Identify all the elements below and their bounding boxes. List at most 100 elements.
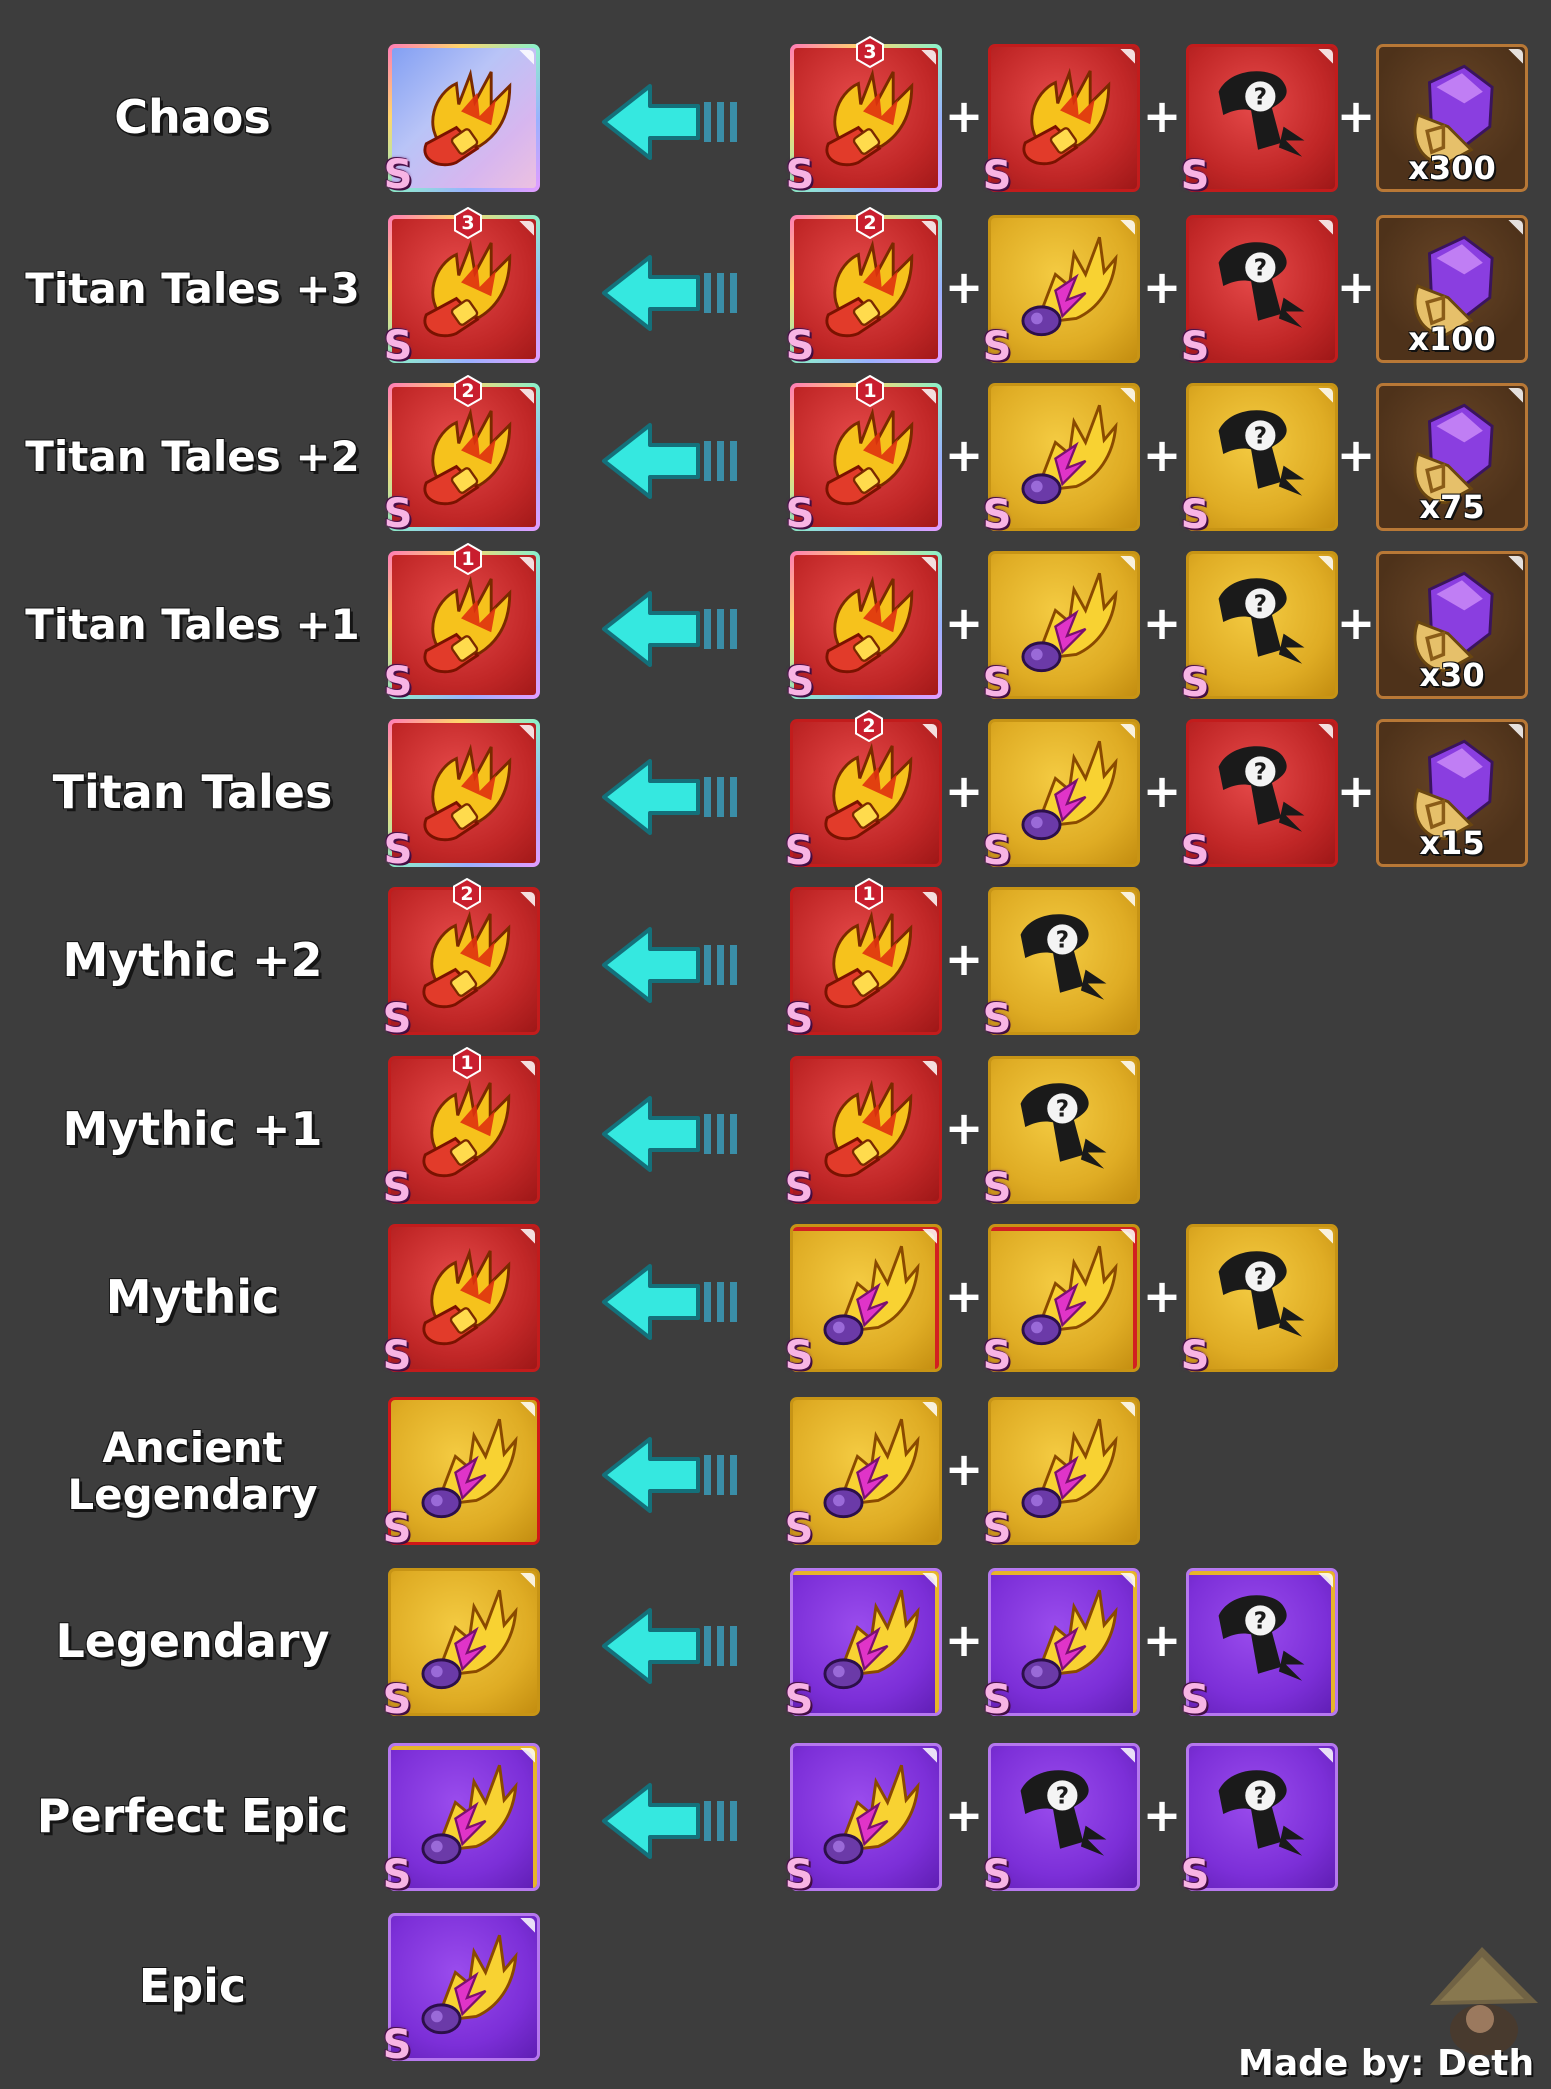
result-tile[interactable]: 3S	[384, 206, 540, 369]
ingredient-tile[interactable]: 1S	[785, 877, 942, 1042]
ingredient-tile[interactable]: S	[785, 1224, 942, 1379]
fodder-tile[interactable]: ? S	[983, 887, 1140, 1042]
ingredient-slot[interactable]: S	[983, 44, 1140, 199]
ingredient-slot[interactable]: S	[785, 1568, 942, 1723]
ingredient-slot[interactable]: ? S	[1181, 44, 1338, 199]
ingredient-tile[interactable]: S	[786, 551, 942, 705]
ingredient-tile[interactable]: S	[983, 44, 1140, 199]
material-tile[interactable]: x30	[1376, 551, 1528, 699]
result-tile[interactable]: S	[383, 1224, 540, 1379]
ingredient-tile[interactable]: S	[983, 719, 1140, 874]
ingredient-slot[interactable]: x300	[1376, 44, 1528, 192]
material-tile[interactable]: x100	[1376, 215, 1528, 363]
fodder-tile[interactable]: ? S	[1181, 215, 1338, 370]
fodder-tile[interactable]: ? S	[1181, 44, 1338, 199]
result-tile[interactable]: 2S	[384, 374, 540, 537]
ingredient-slot[interactable]: ? S	[1181, 719, 1338, 874]
ingredient-tile[interactable]: S	[983, 383, 1140, 538]
fodder-tile[interactable]: ? S	[1181, 383, 1338, 538]
ingredient-slot[interactable]: 2S	[785, 709, 942, 874]
ingredient-slot[interactable]: 1S	[786, 374, 942, 537]
ingredient-slot[interactable]: 3S	[786, 35, 942, 198]
result-tile[interactable]: S	[383, 1568, 540, 1723]
fusion-row: Titan Tales +1 1 S S S +? S + x30 +	[0, 542, 1551, 706]
ingredient-slot[interactable]: S	[983, 215, 1140, 370]
ingredient-slot[interactable]: ? S	[983, 887, 1140, 1042]
ingredient-tile[interactable]: S	[983, 1397, 1140, 1552]
ingredient-slot[interactable]: ? S	[1181, 1224, 1338, 1379]
material-tile[interactable]: x75	[1376, 383, 1528, 531]
fodder-tile[interactable]: ? S	[1181, 1224, 1338, 1379]
ingredient-tile[interactable]: S	[983, 215, 1140, 370]
mystery-weapon-icon: ?	[1207, 1237, 1323, 1353]
ingredient-slot[interactable]: ? S	[1181, 551, 1338, 706]
fodder-tile[interactable]: ? S	[1181, 719, 1338, 874]
result-tile[interactable]: S	[383, 1397, 540, 1552]
ingredient-slot[interactable]: S	[983, 551, 1140, 706]
ingredient-tile[interactable]: S	[785, 1568, 942, 1723]
result-item[interactable]: S	[383, 1397, 540, 1552]
ingredient-slot[interactable]: S	[983, 1568, 1140, 1723]
ingredient-slot[interactable]: S	[785, 1224, 942, 1379]
ingredient-slot[interactable]: x30	[1376, 551, 1528, 699]
fodder-tile[interactable]: ? S	[1181, 1743, 1338, 1898]
ingredient-slot[interactable]: ? S	[1181, 1568, 1338, 1723]
s-grade-icon: S	[982, 996, 1012, 1042]
ingredient-slot[interactable]: S	[983, 383, 1140, 538]
result-item[interactable]: 2S	[383, 877, 540, 1042]
recipe-ingredients: 1 S? S +	[785, 877, 1550, 1042]
ingredient-slot[interactable]: x75	[1376, 383, 1528, 531]
fodder-tile[interactable]: ? S	[983, 1743, 1140, 1898]
ingredient-slot[interactable]: x15	[1376, 719, 1528, 867]
result-tile[interactable]: S	[383, 1743, 540, 1898]
fodder-tile[interactable]: ? S	[1181, 551, 1338, 706]
result-item[interactable]: 1S	[383, 1046, 540, 1211]
ingredient-slot[interactable]: S	[983, 1397, 1140, 1552]
result-item[interactable]: S	[383, 1913, 540, 2068]
result-item[interactable]: S	[384, 719, 540, 873]
ingredient-tile[interactable]: 1S	[786, 374, 942, 537]
ingredient-tile[interactable]: 2S	[786, 206, 942, 369]
fodder-tile[interactable]: ? S	[1181, 1568, 1338, 1723]
ingredient-tile[interactable]: 3S	[786, 35, 942, 198]
material-tile[interactable]: x300	[1376, 44, 1528, 192]
ingredient-slot[interactable]: S	[983, 719, 1140, 874]
ingredient-slot[interactable]: S	[983, 1224, 1140, 1379]
ingredient-slot[interactable]: S	[785, 1056, 942, 1211]
ingredient-slot[interactable]: ? S	[1181, 1743, 1338, 1898]
ingredient-tile[interactable]: S	[983, 551, 1140, 706]
ingredient-slot[interactable]: x100	[1376, 215, 1528, 363]
result-tile[interactable]: S	[384, 719, 540, 873]
ingredient-slot[interactable]: S	[785, 1743, 942, 1898]
result-item[interactable]: 1S	[384, 542, 540, 705]
result-tile[interactable]: 1S	[383, 1046, 540, 1211]
ingredient-slot[interactable]: ? S	[983, 1056, 1140, 1211]
ingredient-tile[interactable]: S	[785, 1056, 942, 1211]
ingredient-slot[interactable]: 1S	[785, 877, 942, 1042]
ingredient-tile[interactable]: S	[983, 1568, 1140, 1723]
ingredient-slot[interactable]: S	[786, 551, 942, 705]
result-item[interactable]: S	[383, 1743, 540, 1898]
result-tile[interactable]: S	[384, 44, 540, 198]
result-item[interactable]: S	[384, 44, 540, 198]
rank-number: 1	[862, 883, 876, 905]
result-tile[interactable]: 1S	[384, 542, 540, 705]
ingredient-slot[interactable]: ? S	[1181, 215, 1338, 370]
ingredient-tile[interactable]: S	[785, 1397, 942, 1552]
result-item[interactable]: S	[383, 1568, 540, 1723]
ingredient-tile[interactable]: S	[983, 1224, 1140, 1379]
ingredient-slot[interactable]: ? S	[983, 1743, 1140, 1898]
ingredient-slot[interactable]: ? S	[1181, 383, 1338, 538]
ingredient-slot[interactable]: 2S	[786, 206, 942, 369]
result-item[interactable]: S	[383, 1224, 540, 1379]
material-tile[interactable]: x15	[1376, 719, 1528, 867]
ingredient-tile[interactable]: S	[785, 1743, 942, 1898]
fodder-tile[interactable]: ? S	[983, 1056, 1140, 1211]
result-item[interactable]: 2S	[384, 374, 540, 537]
result-tile[interactable]: 2S	[383, 877, 540, 1042]
result-item[interactable]: 3S	[384, 206, 540, 369]
result-tile[interactable]: S	[383, 1913, 540, 2068]
ingredient-tile[interactable]: 2S	[785, 709, 942, 874]
ingredient-slot[interactable]: S	[785, 1397, 942, 1552]
s-grade-icon: S	[982, 1333, 1012, 1379]
